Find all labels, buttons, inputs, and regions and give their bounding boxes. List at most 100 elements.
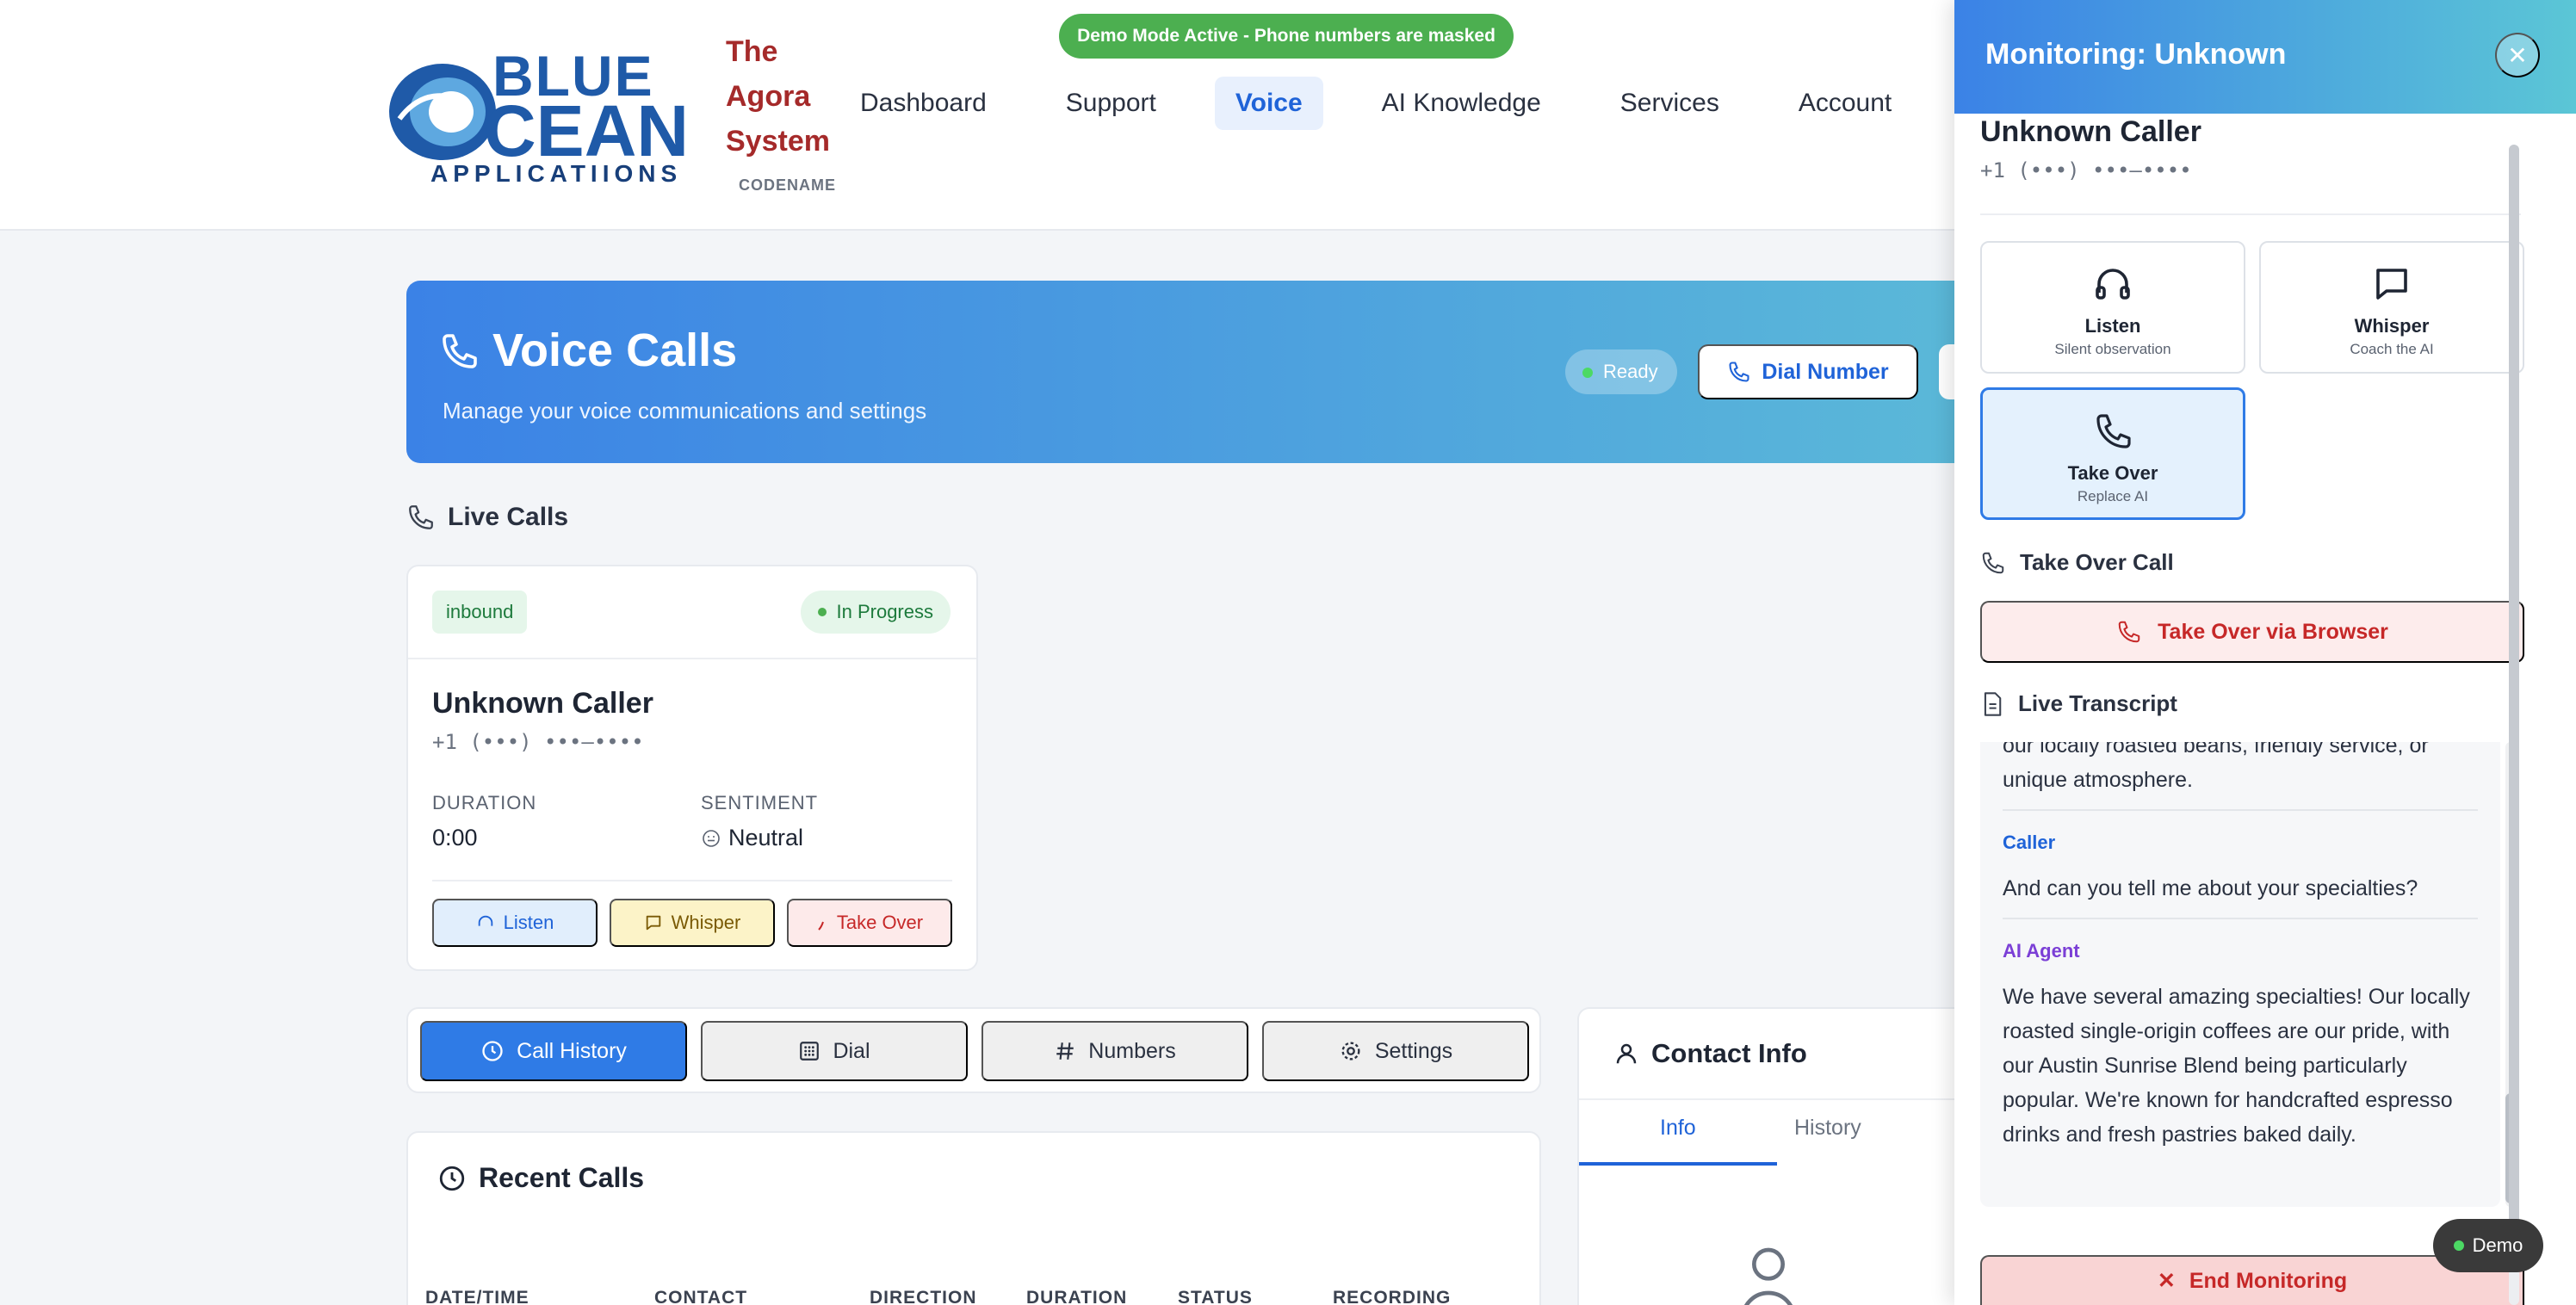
tab-numbers[interactable]: Numbers bbox=[981, 1021, 1248, 1081]
mode-take-over-card[interactable]: Take Over Replace AI bbox=[1980, 387, 2245, 520]
main-nav: Dashboard Support Voice AI Knowledge Ser… bbox=[839, 76, 1950, 131]
contact-info-heading: Contact Info bbox=[1613, 1038, 1807, 1069]
column-header[interactable]: DURATION bbox=[1026, 1288, 1127, 1305]
system-name: The Agora System bbox=[726, 29, 846, 164]
listen-button[interactable]: Listen bbox=[432, 899, 598, 947]
take-over-label: Take Over bbox=[836, 912, 924, 933]
live-call-card[interactable]: inbound In Progress Unknown Caller +1 (•… bbox=[406, 565, 978, 971]
monitored-caller-phone: +1 (•••) •••–•••• bbox=[1980, 158, 2192, 182]
tab-history[interactable]: History bbox=[1794, 1116, 1861, 1141]
recent-calls-title: Recent Calls bbox=[479, 1162, 645, 1193]
monitoring-title: Monitoring: Unknown bbox=[1985, 38, 2287, 71]
sentiment-value: Neutral bbox=[701, 825, 803, 851]
demo-indicator[interactable]: Demo bbox=[2433, 1219, 2543, 1272]
tab-label: Dial bbox=[833, 1038, 870, 1063]
voice-calls-header: Voice Calls Manage your voice communicat… bbox=[406, 281, 1982, 463]
mode-name: Whisper bbox=[2354, 315, 2430, 337]
monitoring-header: Monitoring: Unknown ✕ bbox=[1954, 0, 2576, 114]
call-status-badge: In Progress bbox=[800, 591, 951, 634]
document-icon bbox=[1984, 691, 2002, 716]
tab-label: Numbers bbox=[1088, 1038, 1176, 1063]
message-icon bbox=[646, 915, 660, 931]
tab-call-history[interactable]: Call History bbox=[420, 1021, 687, 1081]
column-header[interactable]: DIRECTION bbox=[870, 1288, 977, 1305]
tab-settings[interactable]: Settings bbox=[1262, 1021, 1529, 1081]
tab-label: Settings bbox=[1374, 1038, 1453, 1063]
mode-listen-card[interactable]: Listen Silent observation bbox=[1980, 241, 2245, 374]
gear-icon bbox=[1341, 1042, 1360, 1061]
column-header[interactable]: RECORDING bbox=[1333, 1288, 1451, 1305]
take-over-button[interactable]: Take Over bbox=[787, 899, 952, 947]
recent-calls-panel: Recent Calls DATE/TIME CONTACT DIRECTION… bbox=[406, 1131, 1541, 1305]
close-button[interactable]: ✕ bbox=[2495, 33, 2540, 77]
nav-item-dashboard[interactable]: Dashboard bbox=[839, 77, 1007, 130]
user-icon bbox=[1616, 1043, 1637, 1064]
phone-icon bbox=[1982, 552, 2004, 573]
phone-icon bbox=[443, 334, 477, 368]
duration-label: DURATION bbox=[432, 792, 537, 813]
nav-item-services[interactable]: Services bbox=[1600, 77, 1740, 130]
speaker-label: Caller bbox=[2003, 832, 2056, 853]
transcript-scroll-area[interactable]: our locally roasted beans, friendly serv… bbox=[1980, 742, 2500, 1207]
headphones-icon bbox=[2096, 269, 2130, 300]
nav-item-support[interactable]: Support bbox=[1045, 77, 1177, 130]
speaker-label: AI Agent bbox=[2003, 940, 2080, 962]
mode-whisper-card[interactable]: Whisper Coach the AI bbox=[2259, 241, 2524, 374]
nav-item-voice[interactable]: Voice bbox=[1214, 77, 1323, 130]
mode-description: Silent observation bbox=[2054, 341, 2171, 357]
codename-label: CODENAME bbox=[739, 176, 837, 194]
direction-badge: inbound bbox=[432, 591, 528, 634]
phone-icon bbox=[2096, 414, 2131, 448]
sentiment-label: SENTIMENT bbox=[701, 792, 819, 813]
message-icon bbox=[2376, 269, 2407, 300]
live-calls-title: Live Calls bbox=[448, 503, 569, 531]
sentiment-text: Neutral bbox=[728, 825, 804, 850]
dial-number-button[interactable]: Dial Number bbox=[1698, 344, 1918, 399]
neutral-face-icon bbox=[703, 829, 720, 847]
message-text: And can you tell me about your specialti… bbox=[2003, 876, 2418, 900]
system-name-line: System bbox=[726, 125, 830, 158]
close-icon: ✕ bbox=[2157, 1269, 2176, 1293]
nav-item-account[interactable]: Account bbox=[1778, 77, 1912, 130]
column-header[interactable]: CONTACT bbox=[654, 1288, 747, 1305]
blue-ocean-logo[interactable]: BLUE CEAN APPLICATIIONS bbox=[382, 43, 701, 189]
divider bbox=[408, 658, 976, 659]
column-header[interactable]: DATE/TIME bbox=[425, 1288, 529, 1305]
tab-dial[interactable]: Dial bbox=[701, 1021, 968, 1081]
whisper-label: Whisper bbox=[671, 912, 741, 933]
demo-mode-banner: Demo Mode Active - Phone numbers are mas… bbox=[1059, 14, 1514, 59]
message-text: We have several amazing specialties! Our… bbox=[2003, 985, 2470, 1147]
mode-description: Replace AI bbox=[2077, 488, 2149, 504]
clock-icon bbox=[482, 1041, 503, 1061]
recent-calls-heading: Recent Calls bbox=[437, 1162, 644, 1194]
system-name-line: The bbox=[726, 35, 778, 68]
divider bbox=[432, 880, 952, 881]
mode-name: Take Over bbox=[2067, 462, 2158, 484]
dial-number-label: Dial Number bbox=[1762, 359, 1889, 384]
divider bbox=[1980, 213, 2521, 215]
whisper-button[interactable]: Whisper bbox=[610, 899, 775, 947]
page-subtitle: Manage your voice communications and set… bbox=[443, 398, 927, 424]
phone-icon bbox=[1729, 362, 1749, 382]
contact-info-panel: Contact Info Info History bbox=[1577, 1007, 1958, 1305]
phone-icon bbox=[818, 921, 824, 931]
headphones-icon bbox=[478, 915, 492, 926]
caller-name: Unknown Caller bbox=[432, 687, 653, 720]
phone-icon bbox=[2118, 621, 2140, 643]
divider bbox=[2003, 809, 2478, 811]
take-over-call-heading: Take Over Call bbox=[1980, 549, 2174, 576]
mode-description: Coach the AI bbox=[2350, 341, 2434, 357]
column-header[interactable]: STATUS bbox=[1178, 1288, 1253, 1305]
take-over-via-browser-button[interactable]: Take Over via Browser bbox=[1980, 601, 2524, 663]
live-transcript-title: Live Transcript bbox=[2018, 690, 2177, 716]
demo-label: Demo bbox=[2472, 1234, 2523, 1256]
active-tab-indicator bbox=[1579, 1162, 1777, 1166]
drawer-scrollbar-thumb[interactable] bbox=[2509, 145, 2519, 1264]
take-over-via-browser-label: Take Over via Browser bbox=[2158, 619, 2388, 644]
system-name-line: Agora bbox=[726, 80, 811, 113]
nav-item-ai-knowledge[interactable]: AI Knowledge bbox=[1361, 77, 1562, 130]
avatar-placeholder-icon bbox=[1743, 1247, 1793, 1305]
tab-label: Call History bbox=[517, 1038, 627, 1063]
tab-info[interactable]: Info bbox=[1660, 1116, 1696, 1141]
live-transcript-heading: Live Transcript bbox=[1980, 690, 2177, 717]
